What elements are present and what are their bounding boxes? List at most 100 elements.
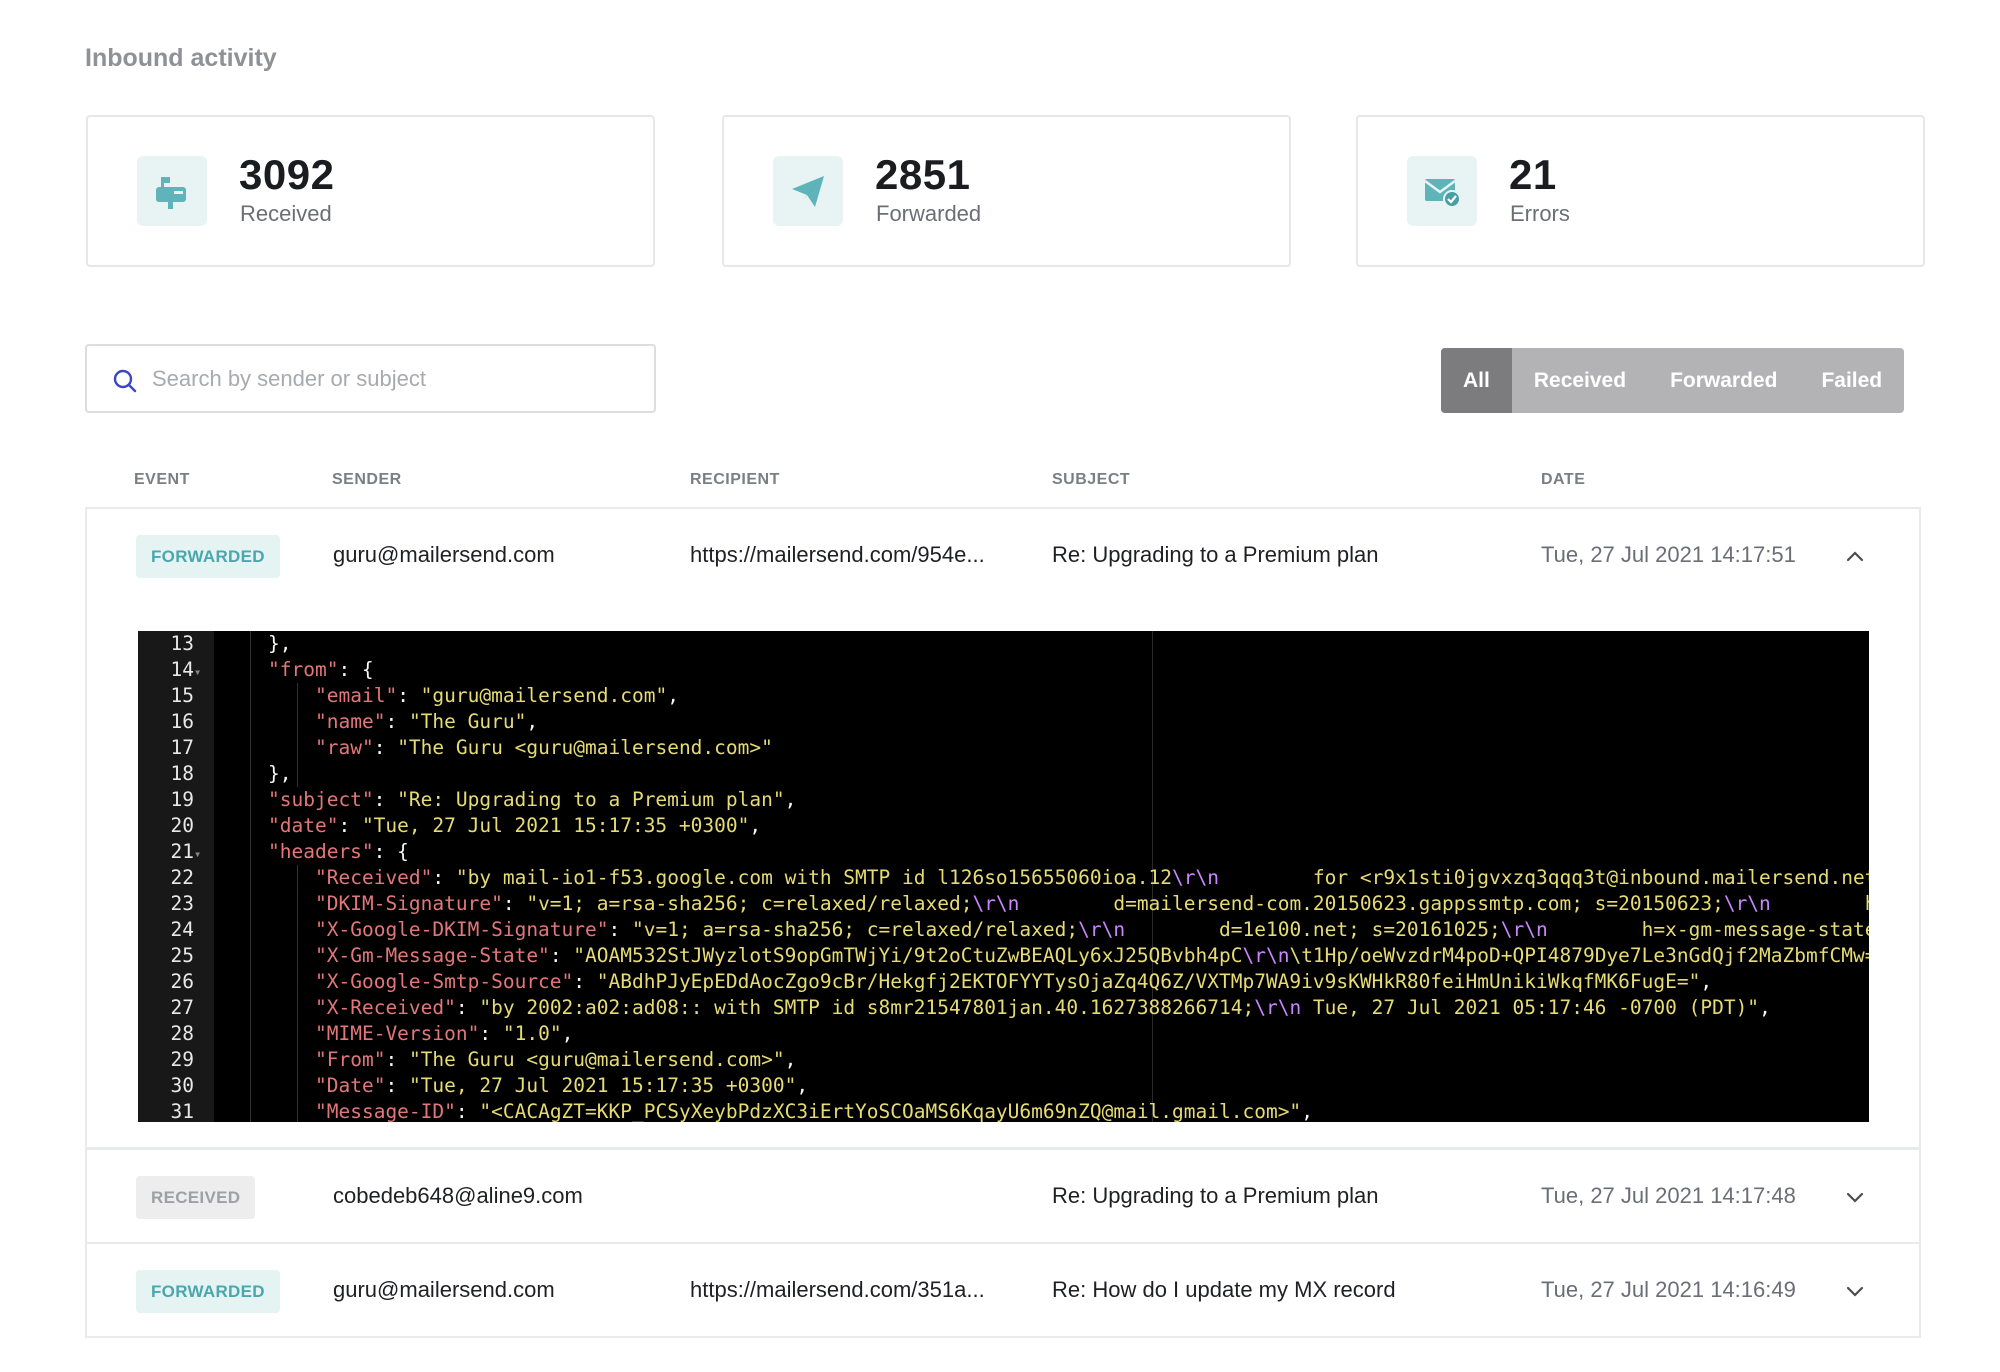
table-row[interactable]: FORWARDED guru@mailersend.com https://ma… — [85, 1242, 1921, 1338]
stat-label: Forwarded — [876, 201, 982, 226]
code-line: 22 "Received": "by mail-io1-f53.google.co… — [138, 865, 1869, 891]
json-code-viewer[interactable]: 13}, 14▾ "from": {15 "email": "guru@mailers… — [138, 631, 1869, 1122]
code-line: 25 "X-Gm-Message-State": "AOAM532StJWyzlo… — [138, 943, 1869, 969]
code-text: "X-Received": "by 2002:a02:ad08:: with S… — [315, 996, 1771, 1019]
column-header-sender: SENDER — [332, 471, 402, 488]
filter-all-button[interactable]: All — [1441, 348, 1512, 413]
sender-cell: guru@mailersend.com — [333, 542, 555, 567]
code-text: "Message-ID": "<CACAgZT=KKP_PCSyXeybPdzX… — [315, 1100, 1313, 1122]
chevron-down-icon[interactable] — [1842, 1184, 1868, 1210]
subject-cell: Re: Upgrading to a Premium plan — [1052, 1183, 1379, 1208]
code-text: "Date": "Tue, 27 Jul 2021 15:17:35 +0300… — [315, 1074, 809, 1097]
stat-value: 2851 — [875, 151, 971, 198]
date-cell: Tue, 27 Jul 2021 14:17:48 — [1541, 1183, 1796, 1208]
line-number: 15 — [170, 684, 194, 707]
line-number: 22 — [170, 866, 194, 889]
code-line: 28 "MIME-Version": "1.0", — [138, 1021, 574, 1047]
status-badge: FORWARDED — [136, 1270, 280, 1313]
code-line: 27 "X-Received": "by 2002:a02:ad08:: with… — [138, 995, 1771, 1021]
filter-forwarded-button[interactable]: Forwarded — [1648, 348, 1799, 413]
stat-card-received: 3092 Received — [86, 115, 655, 267]
mail-check-icon — [1407, 156, 1477, 226]
indent-guide — [250, 631, 251, 1122]
subject-cell: Re: How do I update my MX record — [1052, 1277, 1396, 1302]
stat-card-errors: 21 Errors — [1356, 115, 1925, 267]
code-line: 18}, — [138, 761, 292, 787]
search-input[interactable] — [152, 358, 632, 400]
chevron-down-icon[interactable] — [1842, 1278, 1868, 1304]
line-number: 19 — [170, 788, 194, 811]
code-line: 17 "raw": "The Guru <guru@mailersend.com>… — [138, 735, 773, 761]
line-number: 14 — [170, 658, 194, 681]
chevron-up-icon[interactable] — [1842, 543, 1868, 569]
code-line: 29 "From": "The Guru <guru@mailersend.com… — [138, 1047, 797, 1073]
line-number: 21 — [170, 840, 194, 863]
table-row[interactable]: RECEIVED cobedeb648@aline9.com Re: Upgra… — [85, 1148, 1921, 1244]
code-line: 16 "name": "The Guru", — [138, 709, 539, 735]
sender-cell: guru@mailersend.com — [333, 1277, 555, 1302]
row-details: 13}, 14▾ "from": {15 "email": "guru@mailers… — [85, 600, 1921, 1149]
line-number: 31 — [170, 1100, 194, 1122]
filter-received-button[interactable]: Received — [1512, 348, 1648, 413]
code-line: 20 "date": "Tue, 27 Jul 2021 15:17:35 +03… — [138, 813, 762, 839]
search-icon — [113, 369, 137, 393]
line-number: 27 — [170, 996, 194, 1019]
column-header-event: EVENT — [134, 471, 190, 488]
code-text: "MIME-Version": "1.0", — [315, 1022, 574, 1045]
stat-value: 21 — [1509, 151, 1557, 198]
code-text: "X-Google-DKIM-Signature": "v=1; a=rsa-s… — [315, 918, 1869, 941]
line-number: 16 — [170, 710, 194, 733]
code-line: 24 "X-Google-DKIM-Signature": "v=1; a=rsa… — [138, 917, 1869, 943]
status-badge: FORWARDED — [136, 535, 280, 578]
recipient-cell: https://mailersend.com/954e... — [690, 542, 985, 567]
page-title: Inbound activity — [85, 44, 277, 72]
code-text: "X-Gm-Message-State": "AOAM532StJWyzlotS… — [315, 944, 1869, 967]
line-number: 30 — [170, 1074, 194, 1097]
date-cell: Tue, 27 Jul 2021 14:16:49 — [1541, 1277, 1796, 1302]
fold-toggle-icon[interactable]: ▾ — [194, 659, 214, 685]
filter-failed-button[interactable]: Failed — [1799, 348, 1904, 413]
paper-plane-icon — [773, 156, 843, 226]
line-number: 29 — [170, 1048, 194, 1071]
code-line: 30 "Date": "Tue, 27 Jul 2021 15:17:35 +03… — [138, 1073, 809, 1099]
search-box[interactable] — [85, 344, 656, 413]
table-row[interactable]: FORWARDED guru@mailersend.com https://ma… — [85, 507, 1921, 603]
code-text: "date": "Tue, 27 Jul 2021 15:17:35 +0300… — [268, 814, 762, 837]
event-filter: All Received Forwarded Failed — [1441, 348, 1905, 413]
line-number: 28 — [170, 1022, 194, 1045]
code-text: "subject": "Re: Upgrading to a Premium p… — [268, 788, 797, 811]
mailbox-icon — [137, 156, 207, 226]
fold-toggle-icon[interactable]: ▾ — [194, 841, 214, 867]
line-number: 13 — [170, 632, 194, 655]
code-line: 19 "subject": "Re: Upgrading to a Premium… — [138, 787, 797, 813]
code-line: 15 "email": "guru@mailersend.com", — [138, 683, 679, 709]
subject-cell: Re: Upgrading to a Premium plan — [1052, 542, 1379, 567]
date-cell: Tue, 27 Jul 2021 14:17:51 — [1541, 542, 1796, 567]
code-text: "from": { — [268, 658, 374, 681]
column-header-recipient: RECIPIENT — [690, 471, 780, 488]
indent-guide — [297, 865, 298, 1122]
code-line: 21▾ "headers": { — [138, 839, 409, 867]
code-text: }, — [268, 762, 292, 785]
code-text: "email": "guru@mailersend.com", — [315, 684, 679, 707]
code-text: "raw": "The Guru <guru@mailersend.com>" — [315, 736, 773, 759]
code-text: "Received": "by mail-io1-f53.google.com … — [315, 866, 1869, 889]
status-badge: RECEIVED — [136, 1176, 256, 1219]
code-text: "X-Google-Smtp-Source": "ABdhPJyEpEDdAoc… — [315, 970, 1713, 993]
code-text: "From": "The Guru <guru@mailersend.com>"… — [315, 1048, 797, 1071]
code-line: 31 "Message-ID": "<CACAgZT=KKP_PCSyXeybPd… — [138, 1099, 1313, 1122]
stat-value: 3092 — [239, 151, 335, 198]
code-line: 23 "DKIM-Signature": "v=1; a=rsa-sha256; … — [138, 891, 1869, 917]
code-text: "DKIM-Signature": "v=1; a=rsa-sha256; c=… — [315, 892, 1869, 915]
indent-guide — [297, 683, 298, 787]
code-text: "headers": { — [268, 840, 409, 863]
recipient-cell: https://mailersend.com/351a... — [690, 1277, 985, 1302]
line-number: 25 — [170, 944, 194, 967]
stat-label: Received — [240, 201, 332, 226]
line-number: 24 — [170, 918, 194, 941]
line-number: 26 — [170, 970, 194, 993]
line-number: 23 — [170, 892, 194, 915]
line-number: 20 — [170, 814, 194, 837]
line-number: 18 — [170, 762, 194, 785]
stat-label: Errors — [1510, 201, 1570, 226]
